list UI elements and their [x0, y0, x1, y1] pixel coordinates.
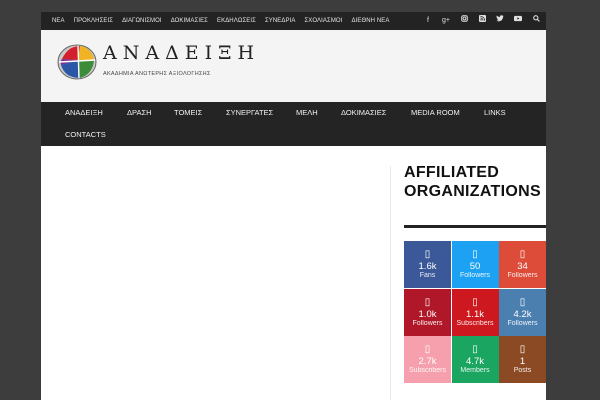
counter-count: 4.7k	[466, 356, 484, 367]
counter-count: 34	[517, 261, 528, 272]
logo-subtitle: ΑΚΑΔΗΜΙΑ ΑΝΩΤΕΡΗΣ ΑΞΙΟΛΟΓΗΣΗΣ	[103, 71, 211, 77]
facebook-icon: ▯	[424, 249, 431, 260]
counter-label: Followers	[412, 319, 443, 327]
pinterest-icon: ▯	[424, 296, 431, 308]
google-plus-icon: ▯	[519, 249, 526, 260]
counter-label: Followers	[507, 272, 538, 279]
top-nav-item-scholiasmoi[interactable]: ΣΧΟΛΙΑΣΜΟΙ	[304, 18, 342, 24]
counter-label: Members	[460, 367, 490, 374]
counter-facebook[interactable]: ▯ 1.6k Fans	[404, 241, 451, 288]
members-icon: ▯	[472, 344, 478, 355]
content-area: AFFILIATED ORGANIZATIONS ▯ 1.6k Fans ▯ 5…	[41, 146, 546, 400]
counter-youtube[interactable]: ▯ 1.1k Subscribers	[451, 288, 499, 336]
nav-item-drasi[interactable]: ΔΡΑΣΗ	[127, 108, 152, 117]
top-nav-item-synedria[interactable]: ΣΥΝΕΔΡΙΑ	[265, 18, 296, 24]
youtube-icon[interactable]	[514, 12, 522, 30]
counter-count: 50	[469, 261, 481, 272]
main-nav: ΑΝΑΔΕΙΞΗ ΔΡΑΣΗ ΤΟΜΕΙΣ ΣΥΝΕΡΓΑΤΕΣ ΜΕΛΗ ΔΟ…	[41, 102, 546, 146]
counter-label: Posts	[513, 367, 532, 374]
posts-icon: ▯	[519, 344, 526, 355]
counter-pinterest[interactable]: ▯ 1.0k Followers	[404, 288, 451, 336]
twitter-icon[interactable]	[496, 12, 504, 30]
twitter-icon: ▯	[472, 249, 478, 260]
vimeo-icon: ▯	[519, 296, 526, 308]
instagram-icon[interactable]	[460, 12, 468, 30]
counter-count: 2.7k	[418, 356, 437, 367]
dribbble-icon: ▯	[424, 344, 431, 355]
counter-vimeo[interactable]: ▯ 4.2k Followers	[499, 288, 546, 336]
nav-item-tomeis[interactable]: ΤΟΜΕΙΣ	[174, 108, 202, 117]
nav-item-anadeixi[interactable]: ΑΝΑΔΕΙΞΗ	[65, 108, 103, 117]
top-nav: ΝΕΑ ΠΡΟΚΛΗΣΕΙΣ ΔΙΑΓΩΝΙΣΜΟΙ ΔΟΚΙΜΑΣΙΕΣ ΕΚ…	[52, 12, 398, 30]
top-nav-item-dokimasies[interactable]: ΔΟΚΙΜΑΣΙΕΣ	[171, 18, 208, 24]
nav-item-meli[interactable]: ΜΕΛΗ	[296, 108, 318, 117]
social-counter-grid: ▯ 1.6k Fans ▯ 50 Followers ▯ 34 Follower…	[404, 241, 546, 383]
nav-item-contacts[interactable]: CONTACTS	[65, 130, 106, 139]
counter-label: Subscribers	[409, 367, 446, 374]
counter-count: 1.6k	[418, 261, 437, 272]
top-nav-item-diethni-nea[interactable]: ΔΙΕΘΝΗ ΝΕΑ	[351, 18, 389, 24]
search-icon[interactable]	[532, 12, 540, 30]
facebook-icon[interactable]: f	[424, 12, 432, 30]
top-nav-item-diagonismoi[interactable]: ΔΙΑΓΩΝΙΣΜΟΙ	[122, 18, 162, 24]
social-icons: f g+	[414, 12, 540, 30]
sidebar-divider	[390, 166, 391, 400]
counter-label: Followers	[507, 319, 538, 327]
counter-twitter[interactable]: ▯ 50 Followers	[451, 241, 499, 288]
nav-item-dokimasies[interactable]: ΔΟΚΙΜΑΣΙΕΣ	[341, 108, 386, 117]
nav-item-synergates[interactable]: ΣΥΝΕΡΓΑΤΕΣ	[226, 108, 273, 117]
rss-icon[interactable]	[478, 12, 486, 30]
logo-title[interactable]: ΑΝΑΔΕΙΞΗ	[103, 42, 260, 64]
nav-item-media-room[interactable]: MEDIA ROOM	[411, 108, 460, 117]
counter-posts[interactable]: ▯ 1 Posts	[499, 336, 546, 383]
counter-dribbble[interactable]: ▯ 2.7k Subscribers	[404, 336, 451, 383]
sidebar-title: AFFILIATED ORGANIZATIONS	[404, 164, 541, 200]
top-nav-item-prokliseis[interactable]: ΠΡΟΚΛΗΣΕΙΣ	[74, 18, 113, 24]
counter-count: 1	[519, 356, 526, 367]
youtube-icon: ▯	[472, 296, 478, 308]
counter-count: 1.1k	[466, 308, 484, 320]
counter-count: 1.0k	[418, 308, 437, 320]
top-bar: ΝΕΑ ΠΡΟΚΛΗΣΕΙΣ ΔΙΑΓΩΝΙΣΜΟΙ ΔΟΚΙΜΑΣΙΕΣ ΕΚ…	[41, 12, 546, 30]
counter-count: 4.2k	[513, 308, 532, 320]
site-header: ΑΝΑΔΕΙΞΗ ΑΚΑΔΗΜΙΑ ΑΝΩΤΕΡΗΣ ΑΞΙΟΛΟΓΗΣΗΣ	[41, 30, 546, 102]
counter-label: Fans	[419, 272, 436, 279]
logo-emblem-icon[interactable]	[56, 40, 98, 84]
counter-label: Followers	[460, 272, 490, 279]
top-nav-item-nea[interactable]: ΝΕΑ	[52, 18, 65, 24]
counter-members[interactable]: ▯ 4.7k Members	[451, 336, 499, 383]
counter-google-plus[interactable]: ▯ 34 Followers	[499, 241, 546, 288]
nav-item-links[interactable]: LINKS	[484, 108, 506, 117]
top-nav-item-ekdiloseis[interactable]: ΕΚΔΗΛΩΣΕΙΣ	[217, 18, 256, 24]
counter-label: Subscribers	[456, 319, 494, 327]
sidebar-title-rule	[404, 225, 546, 228]
google-plus-icon[interactable]: g+	[442, 12, 450, 30]
